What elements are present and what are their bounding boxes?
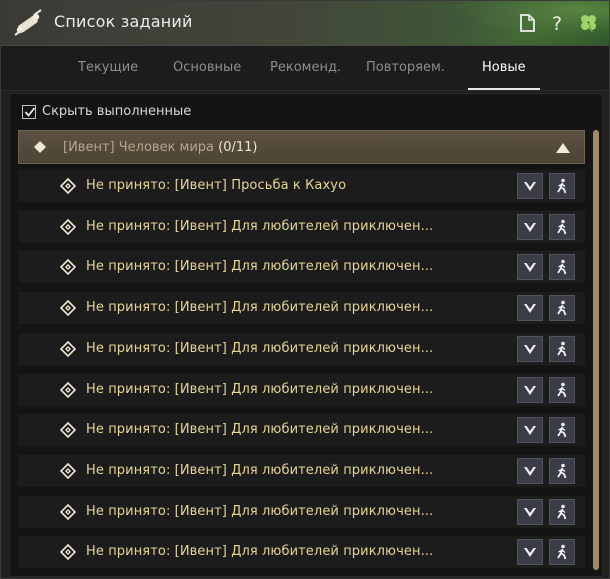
svg-text:?: ?	[552, 13, 562, 34]
walking-person-icon	[557, 504, 567, 520]
quest-row[interactable]: Не принято: [Ивент] Для любителей приклю…	[18, 414, 585, 446]
chevron-down-icon	[524, 345, 536, 354]
quest-expand-button[interactable]	[517, 499, 543, 525]
quest-text: Не принято: [Ивент] Для любителей приклю…	[86, 341, 434, 356]
walking-person-icon	[557, 382, 567, 398]
chevron-down-icon	[524, 386, 536, 395]
quest-expand-button[interactable]	[517, 173, 543, 199]
quest-marker-icon	[60, 178, 76, 194]
scrollbar-thumb[interactable]	[593, 130, 599, 570]
quest-row[interactable]: Не принято: [Ивент] Для любителей приклю…	[18, 536, 585, 568]
quest-expand-button[interactable]	[517, 417, 543, 443]
quest-text: Не принято: [Ивент] Для любителей приклю…	[86, 259, 434, 274]
quest-row[interactable]: Не принято: [Ивент] Просьба к Кахуо	[18, 170, 585, 202]
quest-navigate-button[interactable]	[549, 254, 575, 280]
diamond-icon	[34, 141, 46, 153]
quest-marker-icon	[60, 300, 76, 316]
quest-marker-icon	[60, 382, 76, 398]
category-header[interactable]: [Ивент] Человек мира (0/11)	[18, 130, 585, 164]
quest-expand-button[interactable]	[517, 295, 543, 321]
hide-completed-checkbox[interactable]	[22, 105, 36, 119]
chevron-down-icon	[524, 548, 536, 557]
quest-list-window: Список заданий ? Текущие Основные Рекоме…	[0, 0, 610, 579]
quest-navigate-button[interactable]	[549, 295, 575, 321]
quest-navigate-button[interactable]	[549, 417, 575, 443]
chevron-down-icon	[524, 304, 536, 313]
tab-bar: Текущие Основные Рекоменд. Повторяем. Но…	[1, 46, 609, 91]
tab-current[interactable]: Текущие	[78, 60, 138, 75]
quest-row[interactable]: Не принято: [Ивент] Для любителей приклю…	[18, 333, 585, 365]
quest-row[interactable]: Не принято: [Ивент] Для любителей приклю…	[18, 374, 585, 406]
quest-row[interactable]: Не принято: [Ивент] Для любителей приклю…	[18, 455, 585, 487]
category-count: (0/11)	[218, 140, 258, 155]
quest-navigate-button[interactable]	[549, 336, 575, 362]
tab-repeatable[interactable]: Повторяем.	[366, 60, 445, 75]
quest-text: Не принято: [Ивент] Для любителей приклю…	[86, 422, 434, 437]
checkmark-icon	[24, 107, 36, 117]
help-icon[interactable]: ?	[547, 12, 569, 34]
document-icon[interactable]	[516, 12, 538, 34]
clover-icon[interactable]	[577, 12, 599, 34]
quest-row[interactable]: Не принято: [Ивент] Для любителей приклю…	[18, 496, 585, 528]
quest-row[interactable]: Не принято: [Ивент] Для любителей приклю…	[18, 251, 585, 283]
chevron-down-icon	[524, 182, 536, 191]
quest-navigate-button[interactable]	[549, 173, 575, 199]
quest-navigate-button[interactable]	[549, 539, 575, 565]
walking-person-icon	[557, 178, 567, 194]
tab-main[interactable]: Основные	[173, 60, 241, 75]
walking-person-icon	[557, 341, 567, 357]
title-bar[interactable]: Список заданий ?	[1, 1, 609, 46]
hide-completed-label: Скрыть выполненные	[42, 104, 192, 119]
quest-navigate-button[interactable]	[549, 499, 575, 525]
quest-navigate-button[interactable]	[549, 377, 575, 403]
walking-person-icon	[557, 463, 567, 479]
quest-navigate-button[interactable]	[549, 214, 575, 240]
quest-marker-icon	[60, 341, 76, 357]
walking-person-icon	[557, 300, 567, 316]
category-name: [Ивент] Человек мира	[63, 140, 215, 155]
quest-text: Не принято: [Ивент] Для любителей приклю…	[86, 219, 434, 234]
quest-text: Не принято: [Ивент] Просьба к Кахуо	[86, 178, 347, 193]
chevron-down-icon	[524, 426, 536, 435]
quest-text: Не принято: [Ивент] Для любителей приклю…	[86, 300, 434, 315]
quest-text: Не принято: [Ивент] Для любителей приклю…	[86, 463, 434, 478]
quest-marker-icon	[60, 504, 76, 520]
quest-text: Не принято: [Ивент] Для любителей приклю…	[86, 504, 434, 519]
quest-expand-button[interactable]	[517, 214, 543, 240]
chevron-down-icon	[524, 467, 536, 476]
quest-marker-icon	[60, 219, 76, 235]
quest-expand-button[interactable]	[517, 539, 543, 565]
tab-new[interactable]: Новые	[482, 60, 526, 75]
walking-person-icon	[557, 422, 567, 438]
quest-marker-icon	[60, 544, 76, 560]
quest-text: Не принято: [Ивент] Для любителей приклю…	[86, 544, 434, 559]
quest-marker-icon	[60, 422, 76, 438]
quest-expand-button[interactable]	[517, 377, 543, 403]
tab-recommended[interactable]: Рекоменд.	[270, 60, 341, 75]
scrollbar[interactable]	[593, 130, 599, 570]
collapse-arrow-icon[interactable]	[555, 142, 571, 154]
chevron-down-icon	[524, 263, 536, 272]
walking-person-icon	[557, 544, 567, 560]
quest-marker-icon	[60, 259, 76, 275]
quest-text: Не принято: [Ивент] Для любителей приклю…	[86, 382, 434, 397]
chevron-down-icon	[524, 223, 536, 232]
quest-navigate-button[interactable]	[549, 458, 575, 484]
chevron-down-icon	[524, 508, 536, 517]
scroll-icon	[14, 9, 42, 36]
category-title: [Ивент] Человек мира (0/11)	[63, 140, 258, 155]
quest-expand-button[interactable]	[517, 336, 543, 362]
walking-person-icon	[557, 259, 567, 275]
quest-expand-button[interactable]	[517, 254, 543, 280]
active-tab-indicator	[468, 88, 540, 90]
quest-row[interactable]: Не принято: [Ивент] Для любителей приклю…	[18, 292, 585, 324]
window-title: Список заданий	[54, 12, 193, 31]
quest-row[interactable]: Не принято: [Ивент] Для любителей приклю…	[18, 211, 585, 243]
quest-marker-icon	[60, 463, 76, 479]
walking-person-icon	[557, 219, 567, 235]
quest-expand-button[interactable]	[517, 458, 543, 484]
